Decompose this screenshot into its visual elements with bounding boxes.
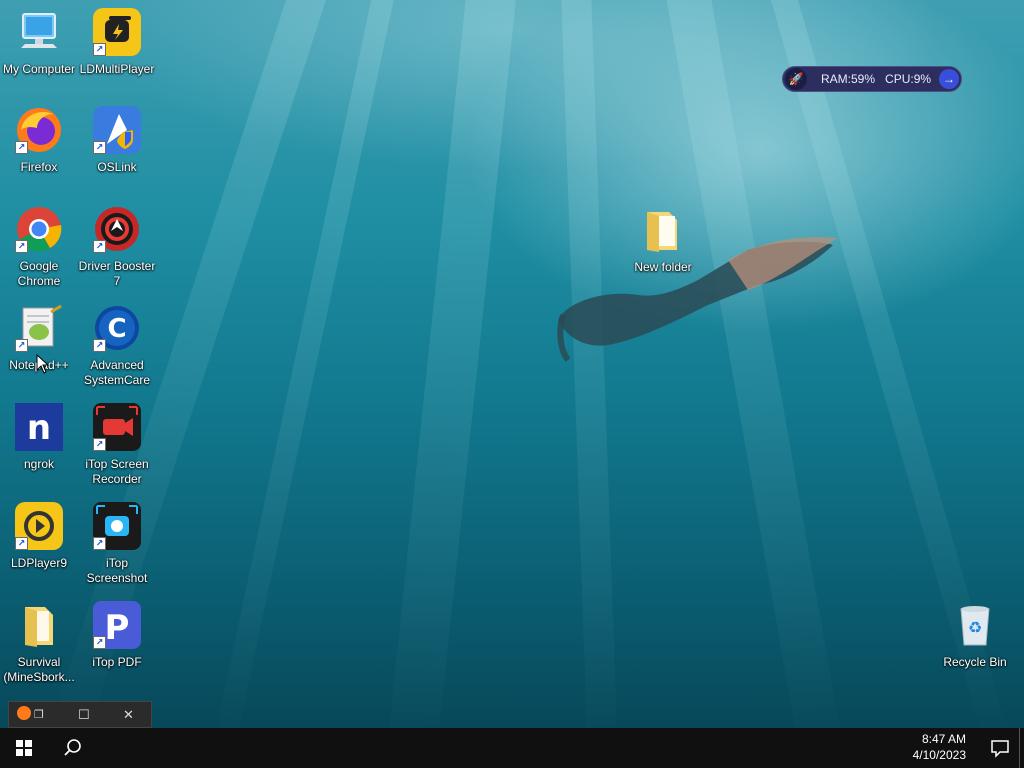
desktop-icon-firefox[interactable]: ↗ Firefox [0,106,78,175]
light-ray [384,0,520,728]
desktop-icon-label: My Computer [2,62,76,76]
ldmultiplayer-icon: ↗ [93,8,141,56]
close-icon[interactable]: ✕ [123,706,134,724]
shortcut-arrow-icon: ↗ [15,537,28,550]
search-button[interactable] [48,728,96,768]
firefox-small-icon [17,706,31,720]
desktop-icon-recycle-bin[interactable]: ♻ Recycle Bin [936,601,1014,670]
cpu-label: CPU: [885,72,914,86]
itop-pdf-icon: P ↗ [93,601,141,649]
clock-time: 8:47 AM [921,732,966,746]
advanced-systemcare-icon: C ↗ [93,304,141,352]
recycle-bin-icon: ♻ [951,601,999,649]
itop-screenshot-icon: ↗ [93,502,141,550]
svg-text:P: P [105,608,130,648]
folder-icon [15,601,63,649]
folder-icon [639,206,687,254]
desktop-icon-label: Survival (MineSbork... [3,655,75,684]
desktop-icon-advanced-systemcare[interactable]: C ↗ Advanced SystemCare [78,304,156,388]
taskbar-clock[interactable]: 8:47 AM 4/10/2023 [913,731,966,763]
desktop-icon-google-chrome[interactable]: ↗ Google Chrome [0,205,78,289]
desktop-icon-survival[interactable]: Survival (MineSbork... [0,601,78,685]
svg-text:C: C [107,314,126,344]
desktop-icon-label: LDPlayer9 [10,556,68,570]
shortcut-arrow-icon: ↗ [15,141,28,154]
svg-text:n: n [27,408,51,448]
system-monitor-widget[interactable]: 🚀 RAM:59% CPU:9% → [782,66,962,92]
shortcut-arrow-icon: ↗ [93,240,106,253]
shortcut-arrow-icon: ↗ [93,636,106,649]
taskbar: 8:47 AM 4/10/2023 [0,728,1024,768]
desktop-icon-label: iTop Screenshot [86,556,148,585]
desktop-icon-itop-screenshot[interactable]: ↗ iTop Screenshot [78,502,156,586]
desktop-icon-label: iTop Screen Recorder [85,457,149,486]
ldplayer-icon: ↗ [15,502,63,550]
desktop-icon-label: ngrok [23,457,55,471]
arrow-right-icon[interactable]: → [939,69,959,89]
clock-date: 4/10/2023 [912,748,966,762]
desktop-icon-label: New folder [634,260,692,274]
restore-icon[interactable]: ❐ [34,706,44,724]
itop-screen-recorder-icon: ↗ [93,403,141,451]
shortcut-arrow-icon: ↗ [93,141,106,154]
desktop-icon-label: Google Chrome [17,259,61,288]
ngrok-icon: n [15,403,63,451]
desktop-icon-new-folder[interactable]: New folder [624,206,702,275]
desktop-icon-label: iTop PDF [92,655,142,669]
svg-text:♻: ♻ [968,618,982,637]
firefox-icon: ↗ [15,106,63,154]
start-button[interactable] [0,728,48,768]
desktop-icon-my-computer[interactable]: My Computer [0,8,78,77]
desktop-icon-label: Advanced SystemCare [83,358,151,387]
desktop[interactable]: My Computer ↗ Firefox ↗ Google Chrome ↗ … [0,0,1024,728]
oslink-icon: ↗ [93,106,141,154]
desktop-icon-itop-pdf[interactable]: P ↗ iTop PDF [78,601,156,670]
desktop-icon-ldmultiplayer[interactable]: ↗ LDMultiPlayer [78,8,156,77]
shortcut-arrow-icon: ↗ [93,438,106,451]
notification-icon [991,740,1009,758]
desktop-icon-ngrok[interactable]: n ngrok [0,403,78,472]
desktop-icon-label: Recycle Bin [943,655,1007,669]
desktop-icon-driver-booster[interactable]: ↗ Driver Booster 7 [78,205,156,289]
desktop-icon-label: Firefox [20,160,58,174]
desktop-icon-label: LDMultiPlayer [79,62,155,76]
show-desktop-button[interactable] [1019,728,1024,768]
desktop-icon-label: Driver Booster 7 [78,259,156,288]
shortcut-arrow-icon: ↗ [93,537,106,550]
ram-value: 59 [851,72,865,86]
mouse-cursor-icon [36,354,50,374]
shortcut-arrow-icon: ↗ [15,240,28,253]
cpu-unit: % [920,72,932,86]
windows-logo-icon [16,740,32,756]
window-thumbnail-bar[interactable]: ❐ ☐ ✕ [8,701,152,728]
ram-cpu-readout: RAM:59% CPU:9% [821,72,931,86]
shortcut-arrow-icon: ↗ [15,339,28,352]
shortcut-arrow-icon: ↗ [93,43,106,56]
shortcut-arrow-icon: ↗ [93,339,106,352]
ram-unit: % [864,72,876,86]
search-icon [64,739,81,756]
maximize-icon[interactable]: ☐ [78,706,90,724]
computer-icon [15,8,63,56]
ram-label: RAM: [821,72,851,86]
rocket-icon: 🚀 [785,68,807,90]
notepad-plus-plus-icon: ↗ [15,304,63,352]
driver-booster-icon: ↗ [93,205,141,253]
desktop-icon-oslink[interactable]: ↗ OSLink [78,106,156,175]
action-center-button[interactable] [988,736,1012,760]
desktop-icon-itop-screen-recorder[interactable]: ↗ iTop Screen Recorder [78,403,156,487]
desktop-icon-label: OSLink [97,160,137,174]
light-ray [209,0,402,728]
desktop-icon-ldplayer9[interactable]: ↗ LDPlayer9 [0,502,78,571]
chrome-icon: ↗ [15,205,63,253]
